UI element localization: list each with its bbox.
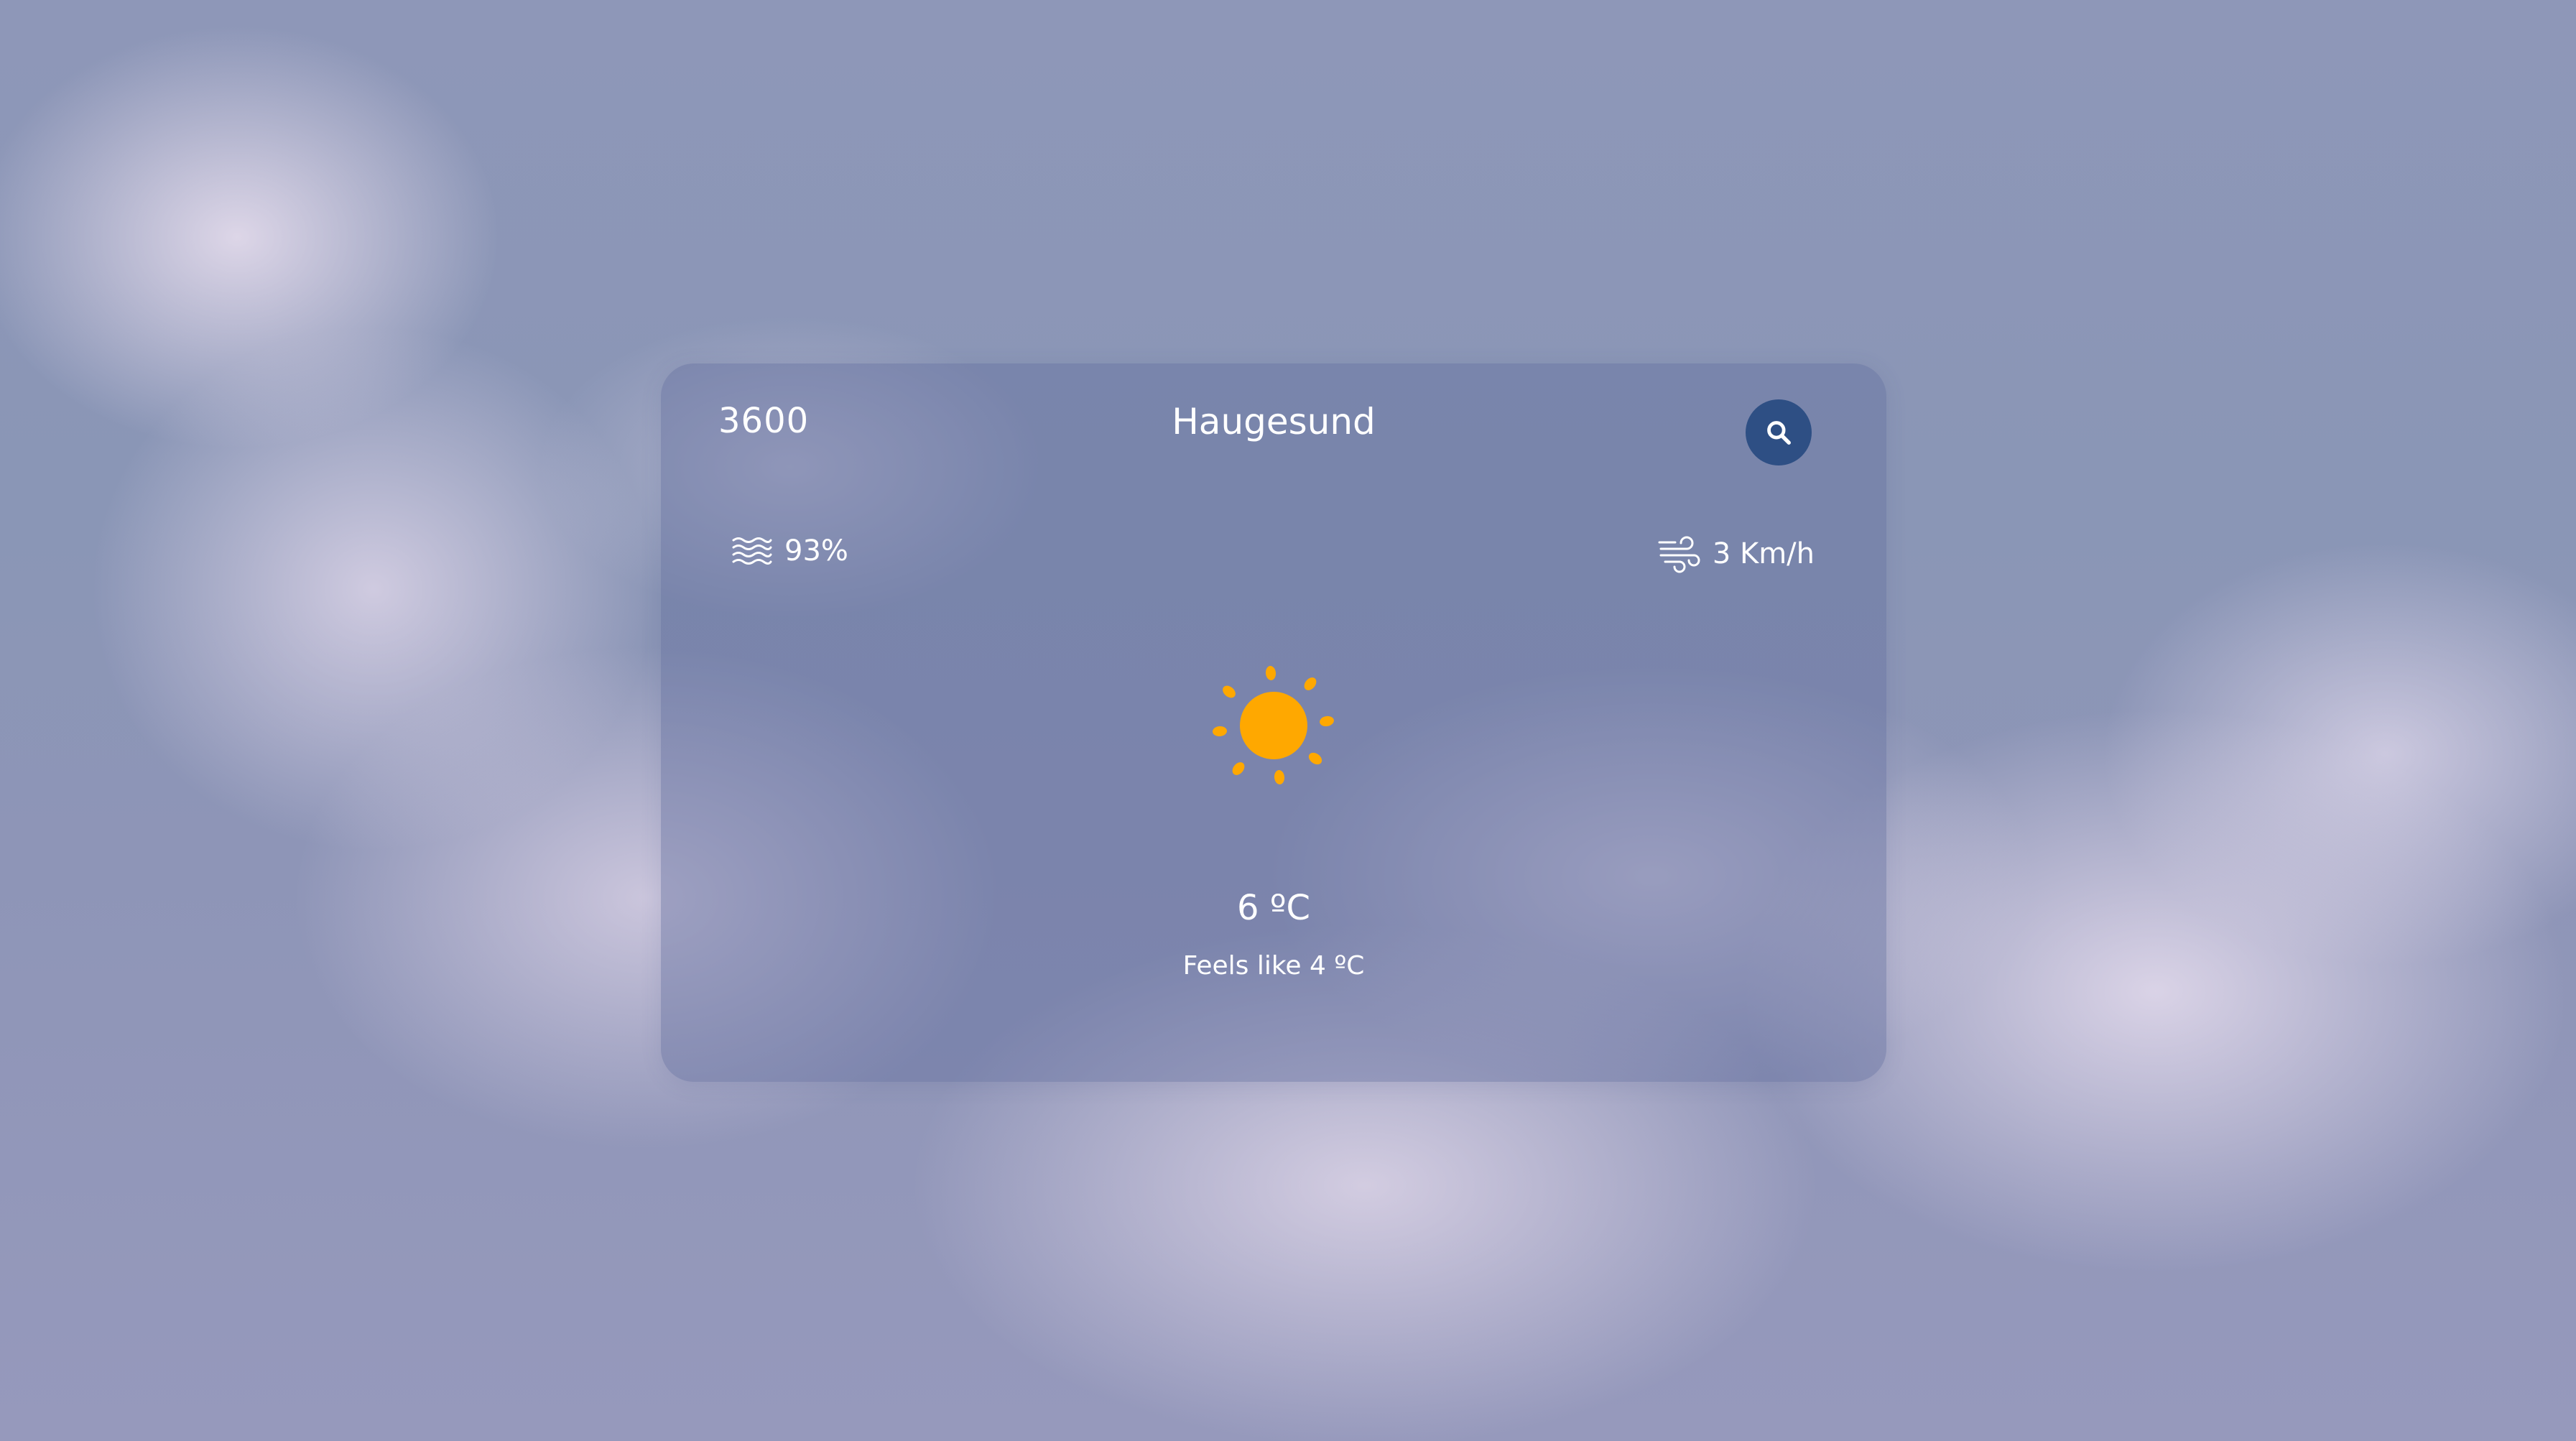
- temperature: 6 ºC: [1237, 888, 1310, 928]
- search-icon: [1767, 421, 1791, 445]
- search-button[interactable]: [1746, 399, 1812, 465]
- feels-like: Feels like 4 ºC: [1182, 951, 1365, 981]
- weather-card: 3600 Haugesund 93% 3 Km/h 6 ºC Feels lik…: [661, 363, 1886, 1082]
- humidity-value: 93%: [784, 534, 848, 567]
- wind-icon: [1658, 536, 1700, 573]
- humidity-stat: 93%: [731, 534, 848, 567]
- sun-icon: [1213, 666, 1334, 784]
- city-name: Haugesund: [1172, 401, 1376, 443]
- wind-value: 3 Km/h: [1712, 537, 1815, 570]
- wind-stat: 3 Km/h: [1658, 534, 1815, 573]
- humidity-waves-icon: [732, 537, 772, 565]
